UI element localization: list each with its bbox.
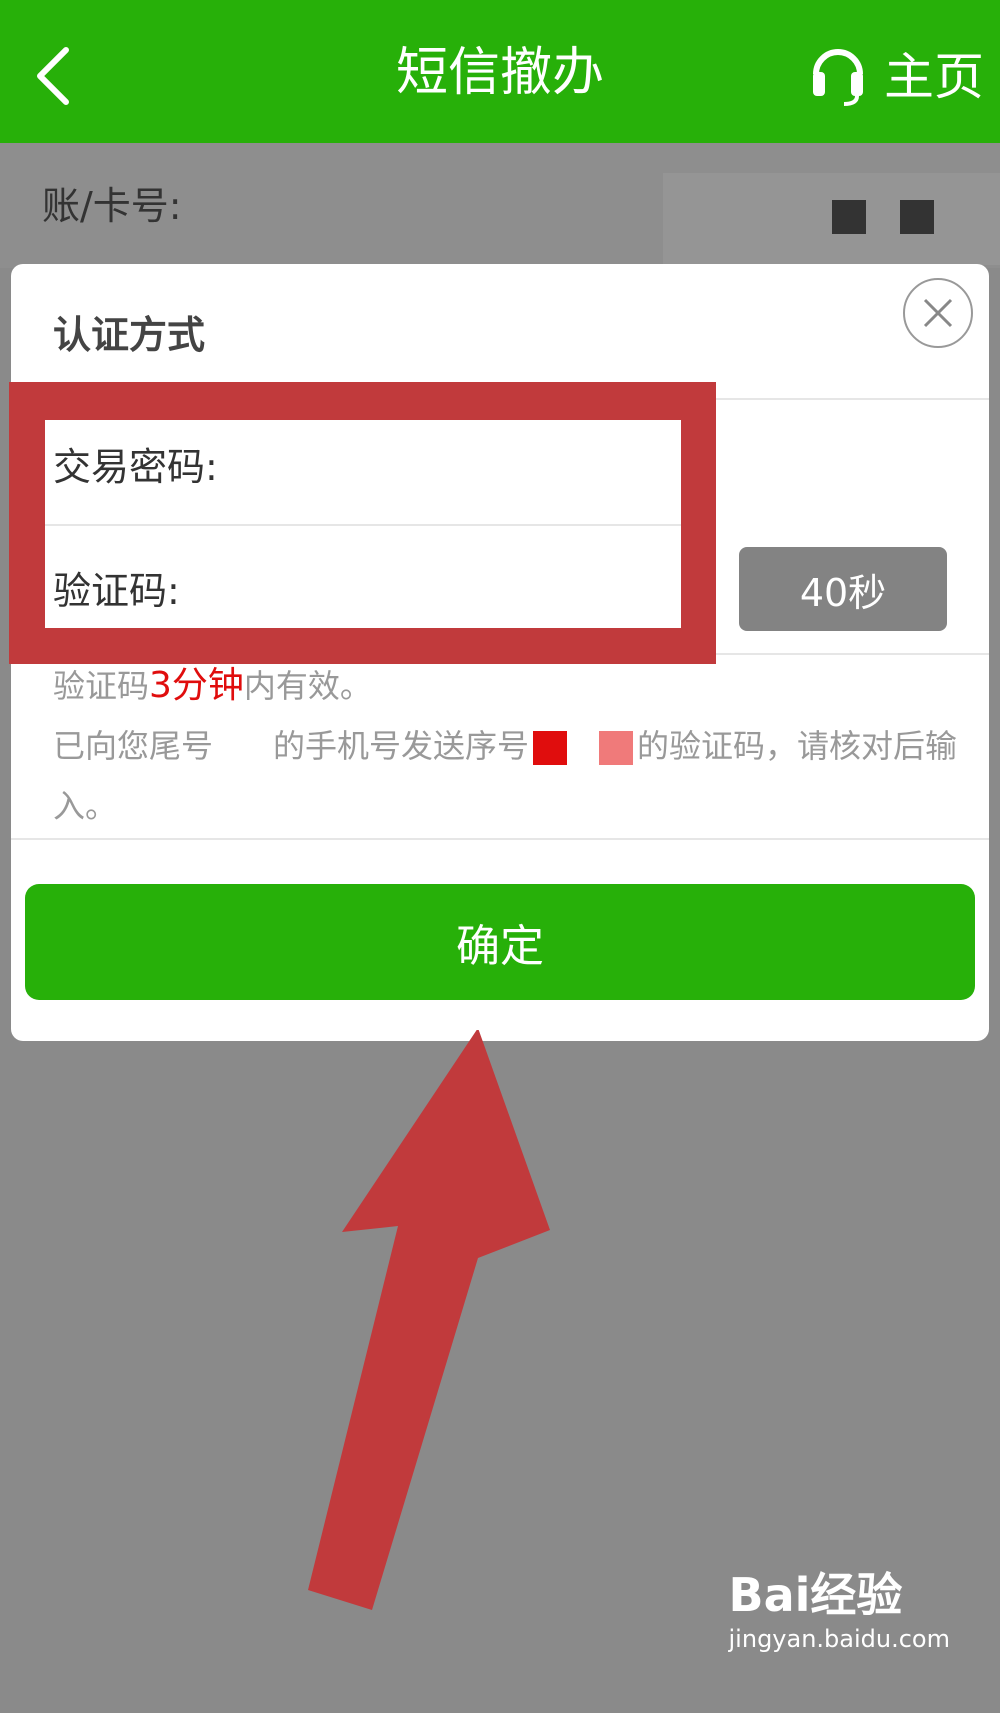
resend-timer-button[interactable]: 40秒 <box>739 547 947 631</box>
sms-hint-end: 入。 <box>53 787 118 825</box>
confirm-button[interactable]: 确定 <box>25 884 975 1000</box>
top-bar: 短信撤办 主页 <box>0 0 1000 143</box>
account-label: 账/卡号: <box>42 184 182 228</box>
dialog-title: 认证方式 <box>53 313 206 357</box>
watermark-url: jingyan.baidu.com <box>728 1625 950 1653</box>
headset-icon <box>813 49 863 106</box>
annotation-arrow-icon <box>308 1030 550 1610</box>
sms-hint: 已向您尾号 的手机号发送序号 的验证码，请核对后输 <box>53 727 958 765</box>
redaction-square <box>832 200 866 234</box>
divider <box>11 838 989 840</box>
close-button[interactable] <box>903 278 973 348</box>
home-button[interactable]: 主页 <box>810 38 984 108</box>
code-input[interactable] <box>215 550 669 622</box>
validity-hint: 验证码3分钟内有效。 <box>53 665 372 706</box>
redaction-square <box>900 200 934 234</box>
watermark: Bai经验 jingyan.baidu.com <box>729 1559 950 1653</box>
divider <box>45 524 681 526</box>
password-input[interactable] <box>245 430 669 502</box>
validity-duration: 3分钟 <box>149 665 244 706</box>
watermark-logo: Bai经验 <box>728 1568 903 1622</box>
close-icon <box>923 298 953 328</box>
home-label: 主页 <box>884 48 984 106</box>
redaction-square <box>599 731 634 765</box>
code-label: 验证码: <box>53 569 180 613</box>
password-label: 交易密码: <box>53 445 218 489</box>
redaction-square <box>533 731 568 765</box>
